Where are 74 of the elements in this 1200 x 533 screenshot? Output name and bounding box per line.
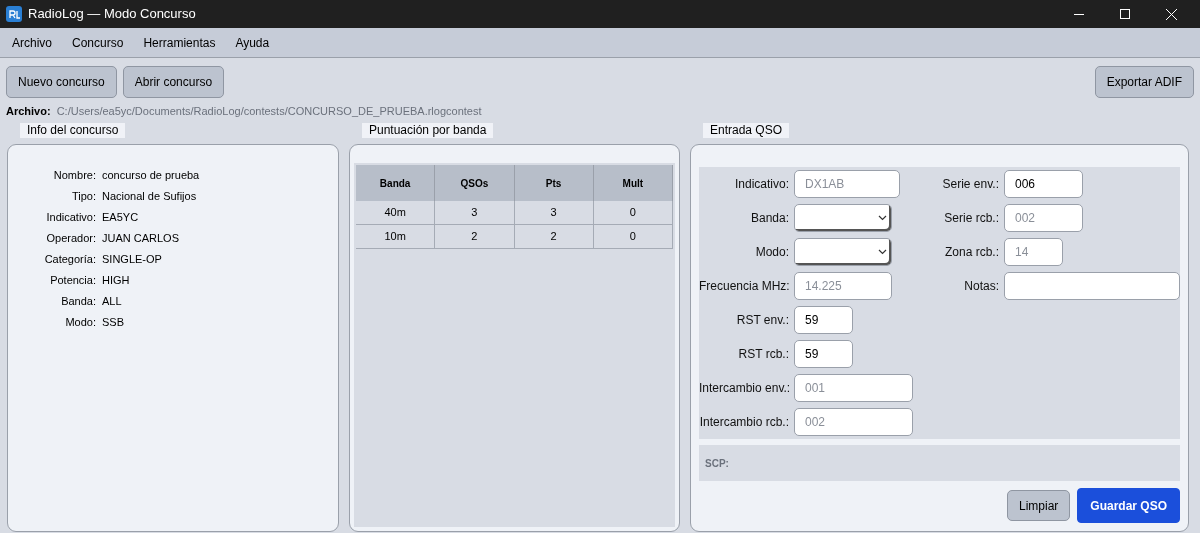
group-title: Puntuación por banda xyxy=(362,123,494,138)
menu-item[interactable]: Archivo xyxy=(2,33,62,52)
close-icon xyxy=(1165,8,1177,20)
toolbar-button[interactable]: Abrir concurso xyxy=(122,66,225,98)
menu-item[interactable]: Ayuda xyxy=(225,33,280,52)
minimize-icon xyxy=(1074,13,1084,15)
field-label: Frecuencia MHz: xyxy=(699,278,789,295)
field-label: RST rcb.: xyxy=(737,346,789,363)
field-label: RST env.: xyxy=(735,312,789,329)
field-label: Intercambio rcb.: xyxy=(699,414,789,431)
info-label: Modo: xyxy=(64,315,96,331)
window-title: RadioLog — Modo Concurso xyxy=(28,5,196,24)
file-label: Archivo: xyxy=(6,103,51,119)
field-label: Serie rcb.: xyxy=(943,210,999,227)
field-label: Zona rcb.: xyxy=(943,244,999,261)
field-label: Modo: xyxy=(754,244,789,261)
info-value: ALL xyxy=(102,294,122,310)
table-cell: 2 xyxy=(514,225,594,248)
info-label: Potencia: xyxy=(49,273,96,289)
column-header: Banda xyxy=(356,165,436,201)
group-title: Entrada QSO xyxy=(703,123,790,138)
column-header: Pts xyxy=(514,165,594,201)
chevron-down-icon xyxy=(878,249,887,255)
menu-item[interactable]: Concurso xyxy=(62,33,134,52)
info-label: Nombre: xyxy=(52,168,96,184)
info-value: Nacional de Sufijos xyxy=(102,189,197,205)
toolbar-button[interactable]: Nuevo concurso xyxy=(6,66,117,98)
scp-label: SCP: xyxy=(705,456,729,471)
table-cell: 3 xyxy=(435,201,515,224)
info-label: Banda: xyxy=(60,294,96,310)
info-label: Tipo: xyxy=(70,189,96,205)
table-cell: 40m xyxy=(356,201,436,224)
menu-item[interactable]: Herramientas xyxy=(133,33,226,52)
column-header: QSOs xyxy=(435,165,515,201)
field-label: Banda: xyxy=(749,210,789,227)
input-field[interactable]: 002 xyxy=(794,408,913,436)
export-button[interactable]: Exportar ADIF xyxy=(1094,66,1194,98)
info-label: Indicativo: xyxy=(45,210,96,226)
file-path: C:/Users/ea5yc/Documents/RadioLog/contests/CONCURSO_DE_PRUEBA.rlogcontest xyxy=(56,103,482,119)
field-label: Notas: xyxy=(963,278,999,295)
field-label: Serie env.: xyxy=(941,176,999,193)
chevron-down-icon xyxy=(878,215,887,221)
info-value: JUAN CARLOS xyxy=(102,231,180,247)
input-field[interactable]: 001 xyxy=(794,374,913,402)
table-cell: 0 xyxy=(593,225,673,248)
table-cell: 10m xyxy=(356,225,436,248)
table-cell: 3 xyxy=(514,201,594,224)
info-value: SSB xyxy=(102,315,124,331)
maximize-icon xyxy=(1120,9,1130,19)
app-logo-icon xyxy=(6,6,22,22)
info-value: EA5YC xyxy=(102,210,139,226)
save-button[interactable]: Guardar QSO xyxy=(1077,488,1180,523)
info-value: HIGH xyxy=(102,273,130,289)
dropdown[interactable] xyxy=(794,238,892,266)
info-value: SINGLE-OP xyxy=(102,252,162,268)
field-label: Intercambio env.: xyxy=(699,380,789,397)
info-label: Categoría: xyxy=(43,252,96,268)
table-cell: 2 xyxy=(435,225,515,248)
input-field[interactable]: 59 xyxy=(794,306,853,334)
table-cell: 0 xyxy=(593,201,673,224)
field-label: Indicativo: xyxy=(733,176,789,193)
input-field[interactable]: 002 xyxy=(1004,204,1083,232)
input-field[interactable]: 59 xyxy=(794,340,853,368)
info-label: Operador: xyxy=(45,231,96,247)
column-header: Mult xyxy=(593,165,673,201)
input-field[interactable]: 14.225 xyxy=(794,272,892,300)
input-field[interactable]: 14 xyxy=(1004,238,1063,266)
info-value: concurso de prueba xyxy=(102,168,200,184)
dropdown[interactable] xyxy=(794,204,892,232)
group-title: Info del concurso xyxy=(20,123,126,138)
input-field[interactable]: DX1AB xyxy=(794,170,900,198)
input-field[interactable] xyxy=(1004,272,1180,300)
input-field[interactable]: 006 xyxy=(1004,170,1083,198)
clear-button[interactable]: Limpiar xyxy=(1006,490,1071,521)
